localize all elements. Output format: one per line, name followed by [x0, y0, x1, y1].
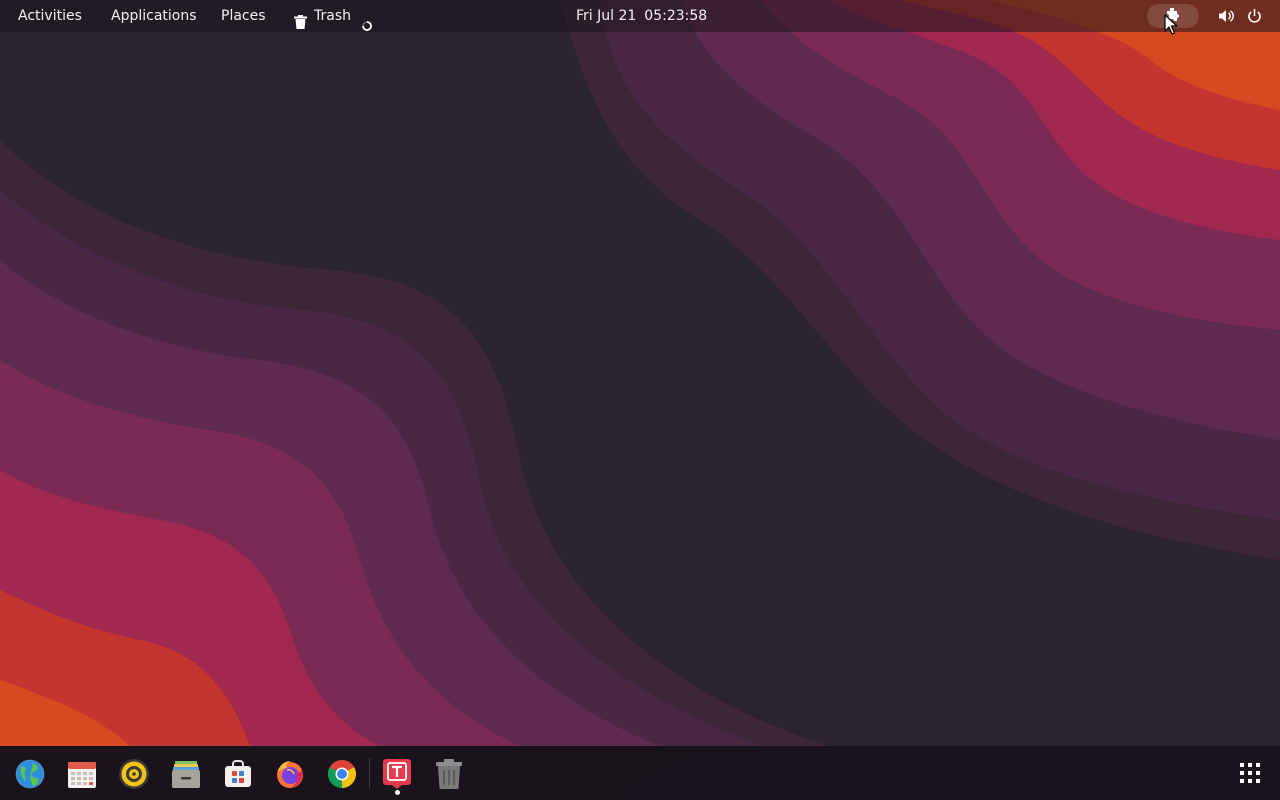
top-bar: Activities Applications Places Trash Fri…	[0, 0, 1280, 32]
volume-icon[interactable]	[1218, 8, 1235, 28]
chrome-icon[interactable]	[322, 754, 362, 794]
firefox-icon[interactable]	[270, 754, 310, 794]
file-archive-icon[interactable]	[166, 754, 206, 794]
clock-time: 05:23:58	[644, 8, 708, 24]
software-store-icon[interactable]	[218, 754, 258, 794]
trash-app-indicator[interactable]: Trash	[294, 0, 372, 32]
applications-menu[interactable]: Applications	[111, 0, 197, 32]
typora-text-icon[interactable]	[377, 754, 417, 794]
loading-spinner-icon	[362, 11, 372, 31]
dock-separator	[369, 758, 370, 788]
calendar-icon[interactable]	[62, 754, 102, 794]
rhythmbox-music-icon[interactable]	[114, 754, 154, 794]
dock	[0, 746, 1280, 800]
show-applications-grid-icon[interactable]	[1232, 755, 1268, 791]
clock-button[interactable]: Fri Jul 21 05:23:58	[576, 0, 707, 32]
globe-browser-icon[interactable]	[10, 754, 50, 794]
power-icon[interactable]	[1247, 8, 1262, 28]
places-menu[interactable]: Places	[221, 0, 266, 32]
trash-icon	[294, 9, 307, 29]
activities-button[interactable]: Activities	[18, 0, 82, 32]
running-indicator	[395, 790, 400, 795]
mouse-cursor-icon	[1164, 14, 1178, 40]
trash-label: Trash	[314, 8, 351, 24]
trash-bin-icon[interactable]	[429, 754, 469, 794]
clock-date: Fri Jul 21	[576, 8, 637, 24]
desktop-wallpaper	[0, 0, 1280, 800]
